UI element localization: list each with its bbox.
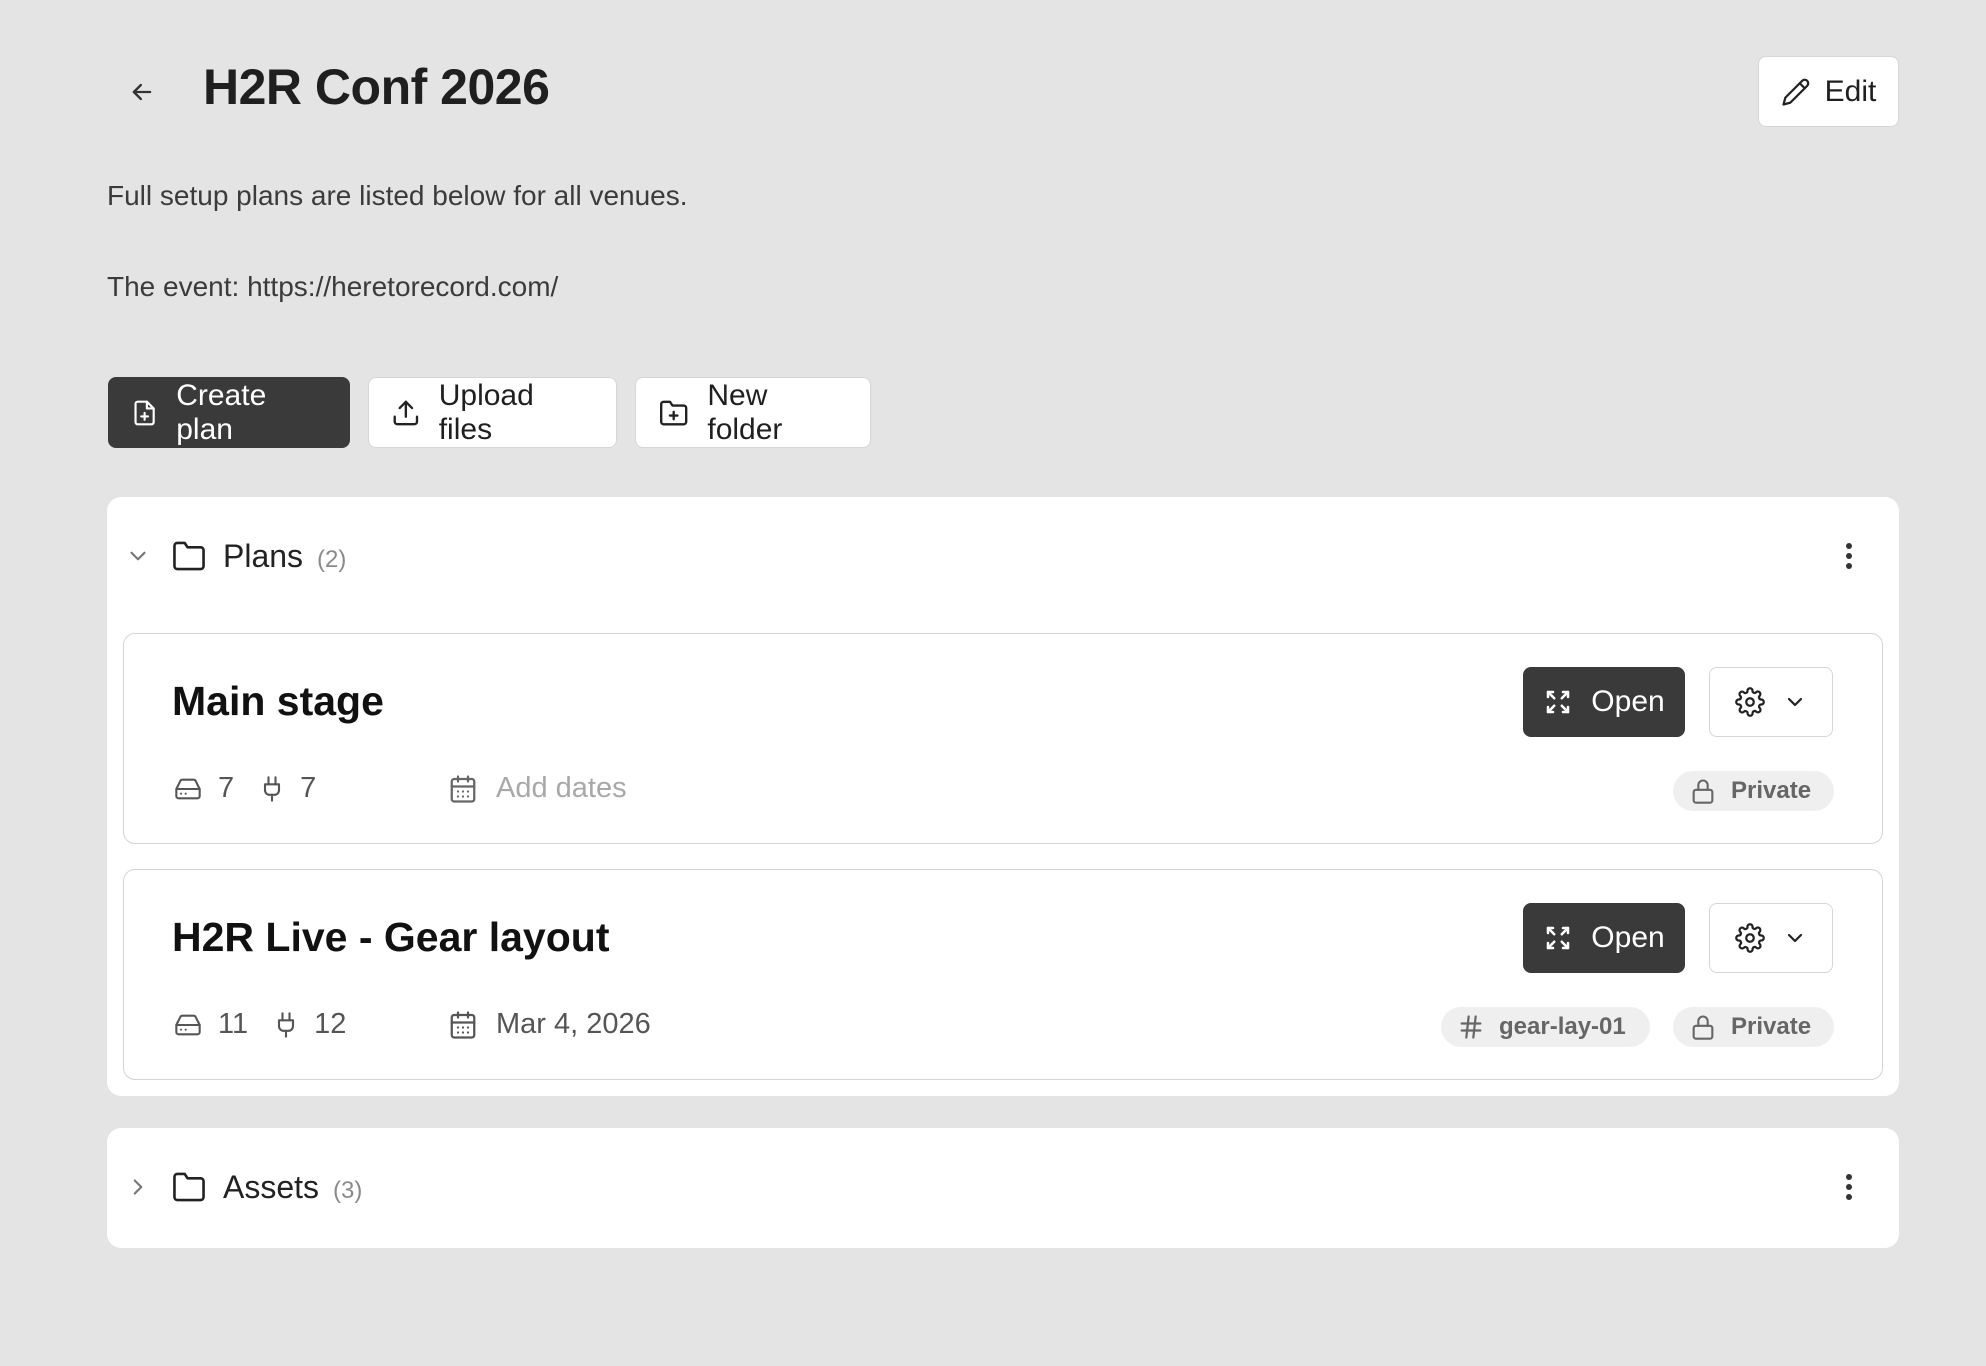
event-link-text: The event: https://heretorecord.com/	[107, 271, 559, 302]
folder-count: (2)	[317, 545, 347, 573]
hash-icon	[1460, 1015, 1482, 1039]
folder-panel-plans: Plans (2) Main stage Open 7 7 Add dates …	[107, 497, 1899, 1096]
hard-drive-icon	[175, 1014, 201, 1035]
edit-button[interactable]: Edit	[1758, 56, 1899, 127]
folder-icon	[173, 1172, 205, 1202]
connection-count: 7	[300, 772, 317, 804]
plug-icon	[278, 1011, 295, 1038]
dates-label: Mar 4, 2026	[496, 1008, 651, 1040]
tag-badge: gear-lay-01	[1441, 1007, 1650, 1047]
open-label: Open	[1591, 685, 1665, 718]
plan-title: Main stage	[172, 678, 384, 724]
calendar-icon	[450, 774, 476, 803]
plan-title: H2R Live - Gear layout	[172, 914, 610, 960]
folder-plus-icon	[660, 400, 688, 425]
gear-icon	[1735, 687, 1765, 717]
device-count: 11	[218, 1008, 249, 1040]
create-plan-button[interactable]: Create plan	[108, 377, 350, 448]
folder-title: Assets	[223, 1168, 320, 1205]
folder-name: Plans (2)	[223, 538, 346, 575]
plan-stats: 7 7	[172, 772, 316, 805]
folder-menu-button[interactable]	[1835, 536, 1863, 576]
folder-icon	[173, 541, 205, 571]
calendar-icon	[450, 1010, 476, 1039]
plan-settings-dropdown[interactable]	[1709, 667, 1833, 737]
chevron-down-icon	[1787, 933, 1803, 943]
more-vertical-icon	[1846, 543, 1852, 569]
back-button[interactable]	[120, 70, 164, 114]
plan-settings-dropdown[interactable]	[1709, 903, 1833, 973]
plan-card[interactable]: H2R Live - Gear layout Open 11 12 Mar 4,…	[123, 869, 1883, 1080]
new-folder-label: New folder	[707, 378, 783, 446]
page-title: H2R Conf 2026	[203, 59, 550, 115]
hard-drive-icon	[175, 778, 201, 799]
folder-name: Assets (3)	[223, 1169, 362, 1206]
file-plus-icon	[134, 400, 155, 425]
edit-button-label: Edit	[1824, 74, 1877, 108]
plan-stats: 11 12	[172, 1008, 346, 1041]
folder-menu-button[interactable]	[1835, 1167, 1863, 1207]
visibility-label: Private	[1731, 1013, 1812, 1040]
connection-count: 12	[314, 1008, 347, 1040]
device-count: 7	[218, 772, 235, 804]
folder-panel-assets: Assets (3)	[107, 1128, 1899, 1248]
expand-icon	[1547, 926, 1570, 950]
folder-header-assets[interactable]: Assets (3)	[107, 1128, 1899, 1246]
action-toolbar: Create plan Upload files New folder	[108, 377, 871, 448]
dates-label: Add dates	[496, 772, 627, 804]
upload-icon	[393, 400, 419, 425]
folder-header-plans[interactable]: Plans (2)	[107, 497, 1899, 615]
upload-files-button[interactable]: Upload files	[368, 377, 617, 448]
lock-icon	[1692, 779, 1714, 804]
visibility-label: Private	[1731, 777, 1812, 804]
plug-icon	[264, 775, 281, 802]
add-dates-button[interactable]: Add dates	[448, 772, 627, 805]
folder-count: (3)	[333, 1176, 363, 1204]
new-folder-button[interactable]: New folder	[635, 377, 871, 448]
chevron-down-icon	[1787, 697, 1803, 707]
chevron-down-icon[interactable]	[125, 543, 151, 569]
plan-card[interactable]: Main stage Open 7 7 Add dates Private	[123, 633, 1883, 844]
open-plan-button[interactable]: Open	[1523, 903, 1685, 973]
tag-label: gear-lay-01	[1499, 1013, 1626, 1040]
open-plan-button[interactable]: Open	[1523, 667, 1685, 737]
open-label: Open	[1591, 921, 1665, 954]
pencil-icon	[1782, 78, 1809, 106]
visibility-badge: Private	[1673, 771, 1834, 811]
expand-icon	[1547, 690, 1570, 714]
create-plan-label: Create plan	[176, 378, 267, 446]
more-vertical-icon	[1846, 1174, 1852, 1200]
upload-files-label: Upload files	[438, 378, 534, 446]
arrow-left-icon	[132, 83, 152, 101]
folder-title: Plans	[223, 537, 304, 574]
visibility-badge: Private	[1673, 1007, 1834, 1047]
description-text: Full setup plans are listed below for al…	[107, 180, 688, 211]
gear-icon	[1735, 923, 1765, 953]
page: H2R Conf 2026 Edit Full setup plans are …	[0, 0, 1986, 1366]
lock-icon	[1692, 1015, 1714, 1040]
chevron-right-icon[interactable]	[125, 1174, 151, 1200]
plan-dates[interactable]: Mar 4, 2026	[448, 1008, 651, 1041]
